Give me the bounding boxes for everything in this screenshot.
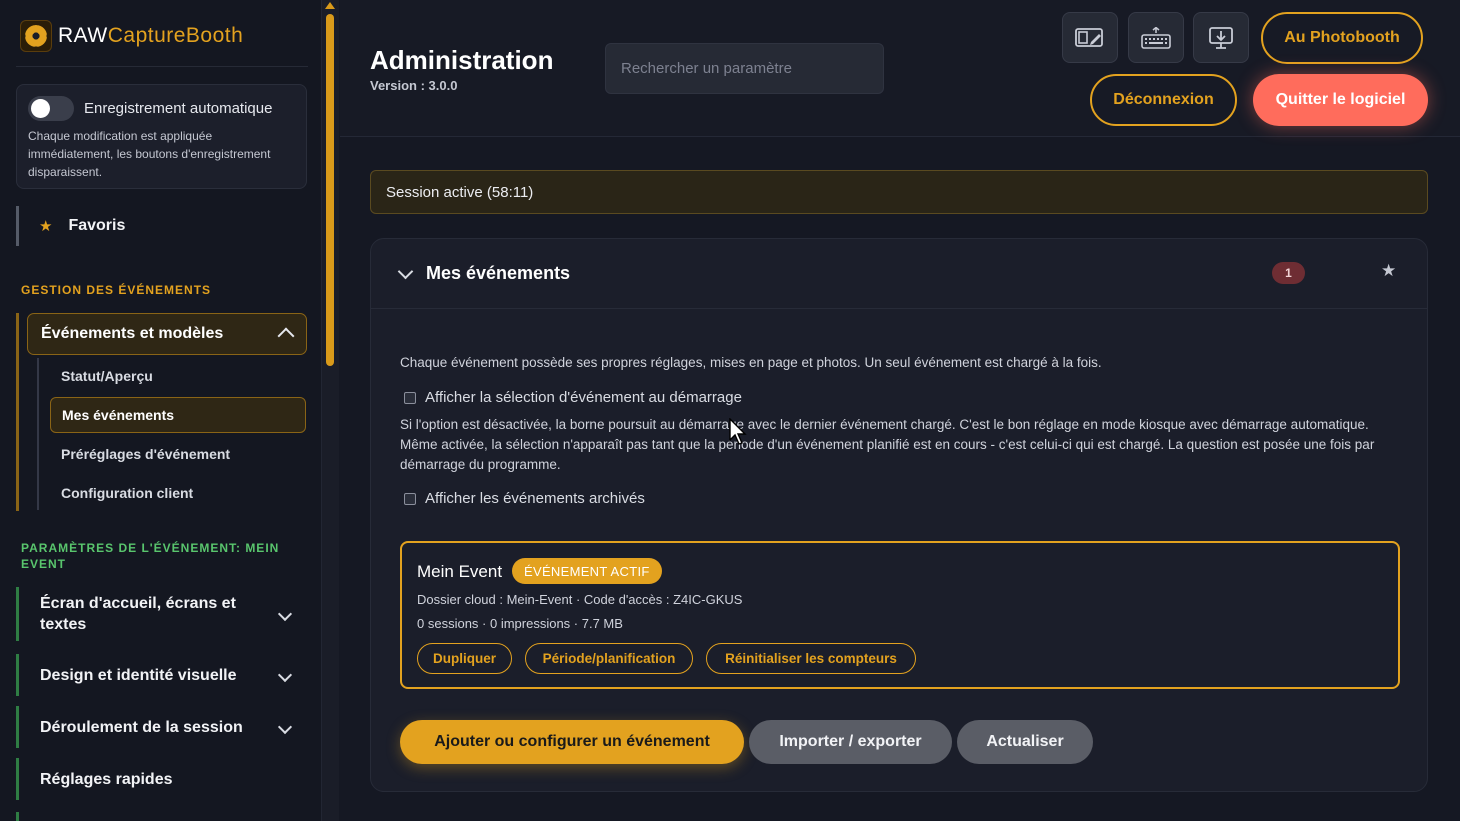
sidebar-group-label: Événements et modèles xyxy=(41,325,224,342)
page-title: Administration xyxy=(370,45,554,75)
card-description: Chaque événement possède ses propres rég… xyxy=(400,355,1102,370)
favorite-star-icon[interactable]: ★ xyxy=(1381,261,1396,281)
logout-button[interactable]: Déconnexion xyxy=(1090,74,1237,126)
sidebar-item-client-config[interactable]: Configuration client xyxy=(50,475,306,511)
sidebar-item-label: Déroulement de la session xyxy=(40,718,243,736)
layout-edit-icon xyxy=(1075,27,1103,47)
sidebar-item-welcome-screens[interactable]: Écran d'accueil, écrans et textes xyxy=(16,587,306,641)
sidebar-item-label: Écran d'accueil, écrans et textes xyxy=(40,595,236,633)
chevron-up-icon xyxy=(277,327,295,345)
duplicate-button[interactable]: Dupliquer xyxy=(417,643,512,674)
scroll-up-arrow-icon[interactable] xyxy=(325,2,335,9)
autosave-description: Chaque modification est appliquée immédi… xyxy=(28,129,271,179)
reset-counters-button[interactable]: Réinitialiser les compteurs xyxy=(706,643,916,674)
chevron-down-icon[interactable] xyxy=(397,263,414,280)
mouse-cursor-icon xyxy=(729,418,747,445)
app-name: RAWCaptureBooth xyxy=(58,24,243,48)
photobooth-button[interactable]: Au Photobooth xyxy=(1261,12,1423,64)
session-banner: Session active (58:11) xyxy=(370,170,1428,214)
card-title: Mes événements xyxy=(426,263,571,283)
event-count-badge: 1 xyxy=(1272,262,1305,284)
divider xyxy=(16,66,308,67)
sidebar-item-quick-settings[interactable]: Réglages rapides xyxy=(16,758,306,800)
version-label: Version : 3.0.0 xyxy=(370,78,458,93)
group-indicator xyxy=(16,313,19,511)
scrollbar-thumb[interactable] xyxy=(326,14,334,366)
sidebar: RAWCaptureBooth Enregistrement automatiq… xyxy=(0,0,322,821)
autosave-toggle[interactable] xyxy=(28,96,74,121)
show-archived-checkbox[interactable] xyxy=(404,492,416,505)
schedule-button[interactable]: Période/planification xyxy=(525,643,693,674)
add-event-button[interactable]: Ajouter ou configurer un événement xyxy=(400,720,744,764)
autosave-title: Enregistrement automatique xyxy=(84,100,273,117)
checkbox-label: Afficher la sélection d'événement au dém… xyxy=(425,389,742,406)
sidebar-item-design[interactable]: Design et identité visuelle xyxy=(16,654,306,696)
quit-button[interactable]: Quitter le logiciel xyxy=(1253,74,1428,126)
sidebar-item-favorites[interactable]: ★ Favoris xyxy=(16,206,306,246)
download-screen-button[interactable] xyxy=(1193,12,1249,63)
events-card: Mes événements 1 ★ Chaque événement poss… xyxy=(370,238,1428,792)
app-name-raw: RAW xyxy=(58,24,108,47)
show-selection-option[interactable]: Afficher la sélection d'événement au dém… xyxy=(404,389,742,406)
event-name: Mein Event xyxy=(417,562,503,581)
sidebar-item-my-events[interactable]: Mes événements xyxy=(50,397,306,433)
sidebar-item-status-preview[interactable]: Statut/Aperçu xyxy=(50,358,306,394)
sidebar-scrollbar[interactable] xyxy=(322,0,339,821)
sidebar-item-label: Favoris xyxy=(68,217,126,234)
sidebar-item-session-flow[interactable]: Déroulement de la session xyxy=(16,706,306,748)
chevron-down-icon xyxy=(277,719,293,735)
import-export-button[interactable]: Importer / exporter xyxy=(749,720,952,764)
submenu-line xyxy=(37,358,39,510)
event-cloud-info: Dossier cloud : Mein-Event · Code d'accè… xyxy=(417,592,743,607)
refresh-button[interactable]: Actualiser xyxy=(957,720,1093,764)
sidebar-item-event-presets[interactable]: Préréglages d'événement xyxy=(50,436,306,472)
show-archived-option[interactable]: Afficher les événements archivés xyxy=(404,490,645,507)
sidebar-item-label: Réglages rapides xyxy=(40,770,173,788)
search-input[interactable] xyxy=(605,43,884,94)
option-help-text: Si l'option est désactivée, la borne pou… xyxy=(400,417,1375,472)
app-name-capture: CaptureBooth xyxy=(107,24,244,47)
show-selection-checkbox[interactable] xyxy=(404,391,416,404)
checkbox-label: Afficher les événements archivés xyxy=(425,490,645,507)
download-screen-icon xyxy=(1209,26,1233,49)
autosave-panel: Enregistrement automatique Chaque modifi… xyxy=(16,84,307,189)
chevron-down-icon xyxy=(277,667,293,683)
sidebar-item-next[interactable] xyxy=(16,812,306,821)
keyboard-button[interactable] xyxy=(1128,12,1184,63)
status-badge: ÉVÉNEMENT ACTIF xyxy=(512,558,662,584)
event-stats: 0 sessions · 0 impressions · 7.7 MB xyxy=(417,616,623,631)
app-logo: RAWCaptureBooth xyxy=(20,20,243,52)
card-header[interactable]: Mes événements 1 ★ xyxy=(371,239,1427,309)
event-item: Mein Event ÉVÉNEMENT ACTIF Dossier cloud… xyxy=(400,541,1400,689)
aperture-logo-icon xyxy=(20,20,52,52)
star-icon: ★ xyxy=(39,218,53,235)
toggle-knob xyxy=(31,99,50,118)
layout-edit-button[interactable] xyxy=(1062,12,1118,63)
keyboard-icon xyxy=(1141,26,1171,49)
section-title-event-params: PARAMÈTRES DE L'ÉVÉNEMENT: MEIN EVENT xyxy=(21,541,280,571)
section-title-events: GESTION DES ÉVÉNEMENTS xyxy=(21,283,212,297)
sidebar-item-label: Design et identité visuelle xyxy=(40,666,237,684)
chevron-down-icon xyxy=(277,606,293,622)
sidebar-group-events-templates[interactable]: Événements et modèles xyxy=(27,313,307,355)
